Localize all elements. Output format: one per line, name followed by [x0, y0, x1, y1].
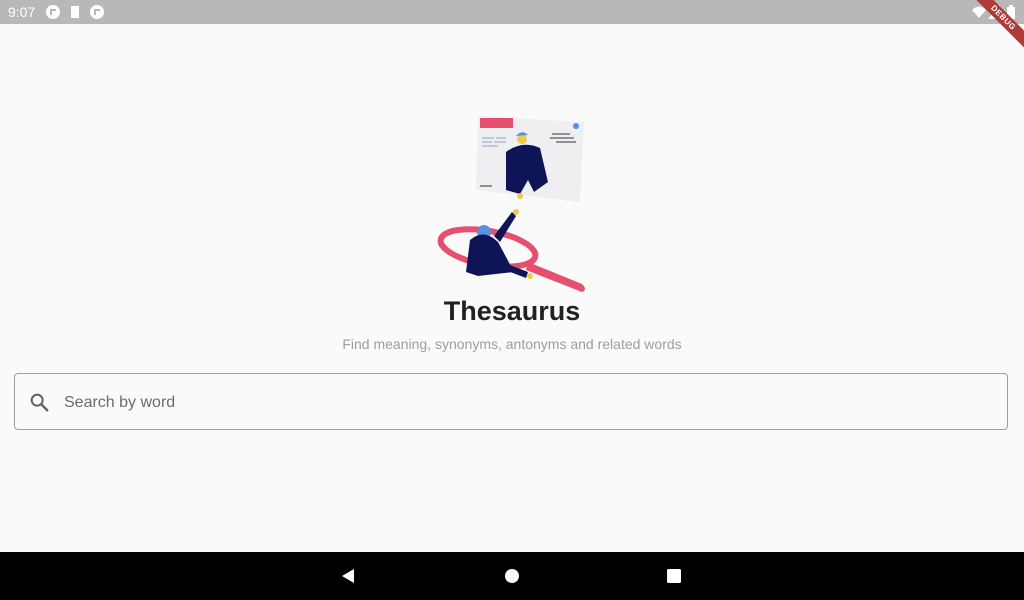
status-time: 9:07 — [8, 4, 36, 20]
app-subtitle: Find meaning, synonyms, antonyms and rel… — [342, 336, 682, 352]
search-input[interactable] — [62, 374, 996, 431]
search-field[interactable] — [14, 373, 1008, 431]
app-notification-icon — [90, 5, 104, 19]
sd-card-icon — [71, 6, 79, 18]
app-title: Thesaurus — [443, 296, 581, 326]
home-icon[interactable] — [502, 566, 522, 586]
home-screen: Thesaurus Find meaning, synonyms, antony… — [0, 24, 1024, 552]
search-illustration — [437, 116, 585, 292]
status-bar: 9:07 — [0, 0, 1024, 24]
navigation-bar — [0, 552, 1024, 600]
recents-icon[interactable] — [664, 566, 684, 586]
search-icon — [30, 393, 49, 412]
app-notification-icon — [46, 5, 60, 19]
back-icon[interactable] — [339, 566, 359, 586]
